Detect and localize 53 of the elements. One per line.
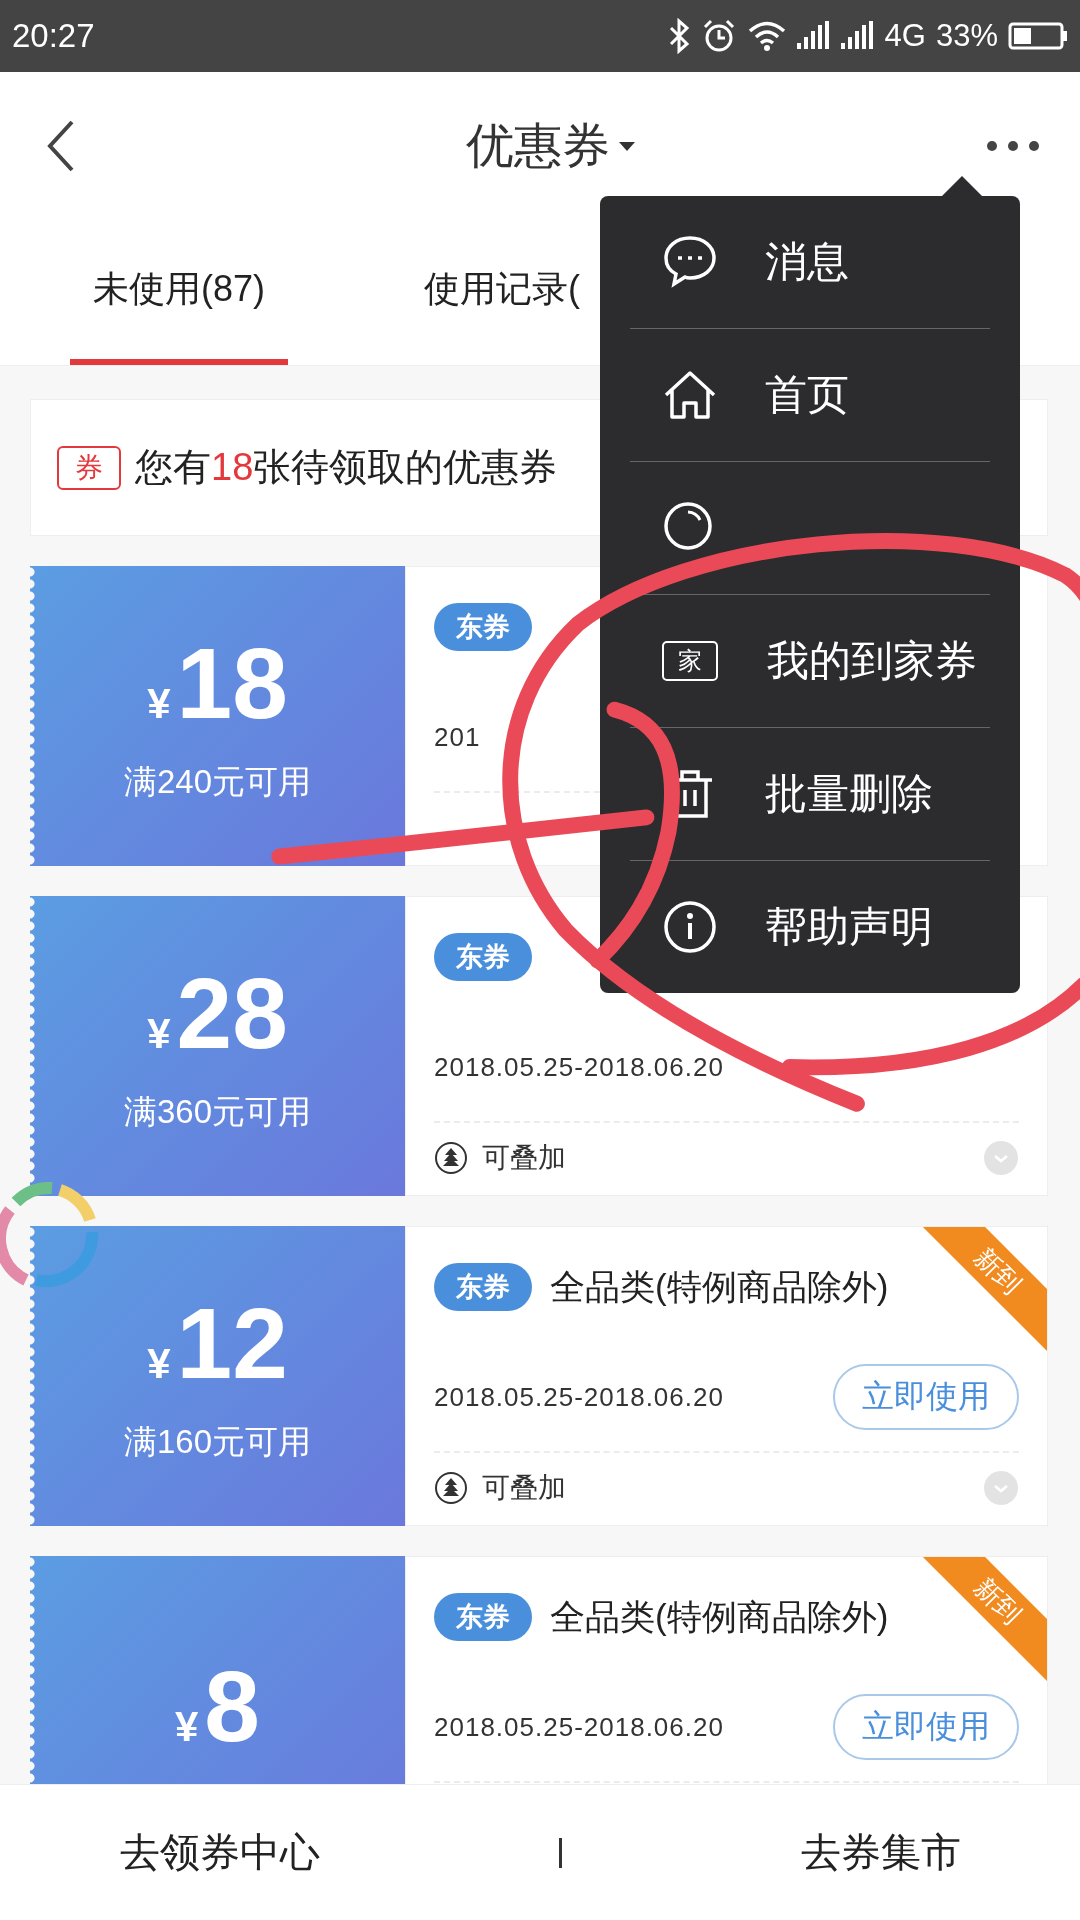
menu-item[interactable]: 首页 [630,329,990,461]
menu-item[interactable]: 家 我的到家券 [630,595,990,727]
validity-period: 2018.05.25-2018.06.20 [434,1381,724,1413]
coupon-tag: 东券 [434,933,532,981]
stackable-label: 可叠加 [482,1471,567,1505]
caret-icon[interactable] [618,140,636,152]
coupon-scope: 全品类(特例商品除外) [550,1595,889,1638]
banner-text: 您有18张待领取的优惠券 [135,445,559,490]
bottom-link[interactable]: 去领券中心 [119,1825,320,1880]
network-type: 4G [884,18,926,54]
currency-sign: ¥ [175,1703,199,1751]
more-icon[interactable] [986,139,1040,153]
menu-item[interactable]: 帮助声明 [630,861,990,993]
coupon-tag: 东券 [434,603,532,651]
signal-icon [796,21,831,51]
clock-time: 20:27 [12,17,95,55]
validity-period: 2018.05.25-2018.06.20 [434,1051,724,1083]
coupon-amount: 8 [204,1651,260,1761]
back-icon[interactable] [46,118,76,174]
coupon-amount: 12 [176,1287,288,1398]
page-title[interactable]: 优惠券 [466,114,610,178]
menu-item[interactable]: 批量删除 [630,728,990,860]
validity-period: 201 [434,721,481,753]
signal-icon [840,21,875,51]
menu-label: 我的到家券 [767,636,977,686]
battery-icon [1008,22,1068,50]
currency-sign: ¥ [147,679,171,728]
tree-icon [434,1471,468,1505]
ticket-icon: 券 [57,445,121,490]
coupon-tag: 东券 [434,1593,532,1641]
coupon-amount: 18 [176,627,288,738]
wifi-icon [746,19,787,53]
ticket-icon: 家 [662,641,718,681]
tree-icon [434,1141,468,1175]
coupon-tag: 东券 [434,1263,532,1311]
menu-label: 批量删除 [765,769,933,819]
battery-percent: 33% [935,18,998,54]
bottom-link[interactable]: 去券集市 [800,1825,961,1880]
menu-item[interactable]: 消息 [630,196,990,328]
stackable-label: 可叠加 [482,1141,567,1175]
tab[interactable]: 使用记录( [424,220,580,365]
validity-period: 2018.05.25-2018.06.20 [434,1711,724,1743]
coupon-condition: 满240元可用 [123,761,312,802]
currency-sign: ¥ [147,1339,171,1388]
coupon-condition: 满160元可用 [123,1421,312,1462]
currency-sign: ¥ [147,1009,171,1058]
coupon-amount: 28 [176,957,288,1068]
menu-label: 消息 [765,237,849,287]
coupon-condition: 满360元可用 [123,1091,312,1132]
menu-label: 帮助声明 [765,902,933,952]
loading-spinner-icon [0,1180,100,1290]
coupon-scope: 全品类(特例商品除外) [550,1265,889,1308]
tab[interactable]: 未使用(87) [70,220,288,365]
